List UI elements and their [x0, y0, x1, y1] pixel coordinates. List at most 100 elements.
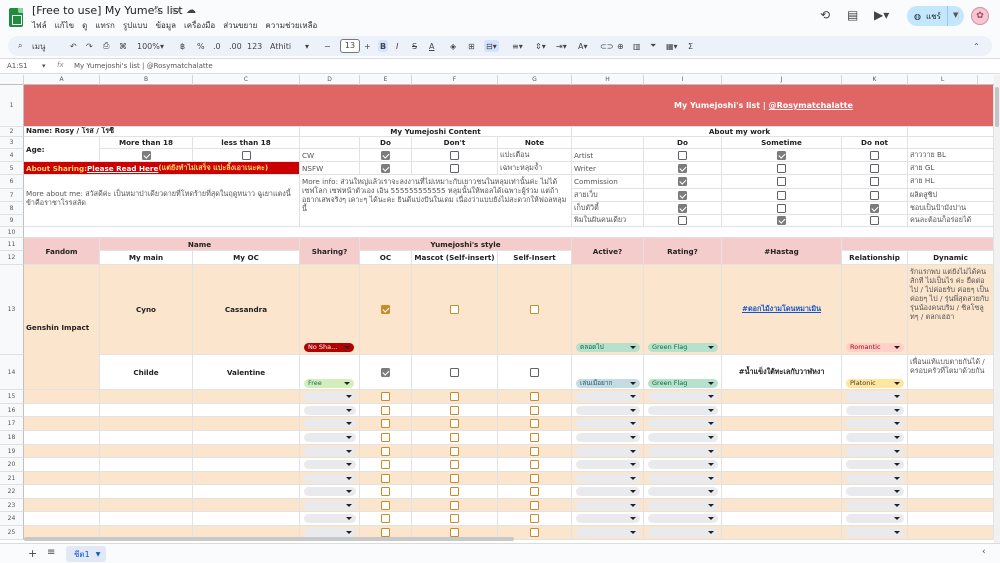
empty-cell[interactable]: [412, 499, 498, 512]
empty-cell[interactable]: [100, 417, 193, 431]
work-do-not-cell[interactable]: [842, 189, 908, 202]
empty-dropdown[interactable]: [648, 474, 718, 483]
empty-cell[interactable]: [412, 458, 498, 472]
menu-data[interactable]: ข้อมูล: [156, 19, 176, 32]
empty-dropdown[interactable]: [304, 433, 356, 442]
empty-cell[interactable]: [572, 458, 644, 472]
menu-help[interactable]: ความช่วยเหลือ: [265, 19, 317, 32]
row-header-11[interactable]: 11: [0, 238, 24, 251]
empty-cell[interactable]: [24, 431, 100, 445]
about-sharing-link[interactable]: Please Read Here: [87, 164, 158, 173]
checkbox[interactable]: [450, 460, 459, 469]
work-do-not-cell[interactable]: [842, 175, 908, 189]
work-do-cell[interactable]: [644, 202, 722, 215]
checkbox[interactable]: [381, 473, 390, 483]
checkbox[interactable]: [381, 487, 390, 496]
about-work-header-cell[interactable]: About my work: [572, 127, 908, 137]
less-than-18-header[interactable]: less than 18: [193, 137, 300, 149]
history-icon[interactable]: ⟲: [820, 8, 830, 22]
preference-label[interactable]: ชอบเป็นป้ามังปาน: [908, 202, 994, 215]
checkbox[interactable]: [381, 460, 390, 469]
empty-cell[interactable]: [193, 445, 300, 458]
empty-cell[interactable]: [644, 445, 722, 458]
row-header-5[interactable]: 5: [0, 162, 24, 175]
work-do-cell[interactable]: [644, 189, 722, 202]
work-do-cell[interactable]: [644, 175, 722, 189]
checkbox[interactable]: [530, 392, 539, 401]
name-header[interactable]: Name: [100, 238, 300, 251]
empty-cell[interactable]: [360, 499, 412, 512]
work-sometime-header[interactable]: Sometime: [722, 137, 842, 149]
column-header-e[interactable]: E: [360, 75, 412, 85]
row-header-6[interactable]: 6: [0, 175, 24, 189]
empty-dropdown[interactable]: [304, 392, 356, 401]
empty-dropdown[interactable]: [304, 514, 356, 523]
menu-search-input[interactable]: เมนู: [32, 40, 45, 52]
empty-cell[interactable]: [498, 390, 572, 404]
checkbox[interactable]: [381, 392, 390, 401]
mascot-check-cell[interactable]: [412, 265, 498, 355]
empty-cell[interactable]: [412, 485, 498, 499]
work-row-label[interactable]: เก็บตัวิตี้: [572, 202, 644, 215]
empty-cell[interactable]: [908, 499, 994, 512]
checkbox[interactable]: [381, 500, 390, 510]
my-main-header[interactable]: My main: [100, 251, 193, 265]
empty-cell[interactable]: [100, 431, 193, 445]
content-header-cell[interactable]: My Yumejoshi Content: [300, 127, 572, 137]
empty-cell[interactable]: [193, 512, 300, 526]
more-about-me-cell[interactable]: More about me: สวัสดีค่ะ เป็นหมาป่าเดียว…: [24, 175, 300, 227]
empty-cell[interactable]: [908, 390, 994, 404]
column-header-c[interactable]: C: [193, 75, 300, 85]
functions-button[interactable]: Σ: [688, 40, 693, 52]
empty-cell[interactable]: [572, 404, 644, 417]
empty-cell[interactable]: [193, 431, 300, 445]
more-than-18-header[interactable]: More than 18: [100, 137, 193, 149]
empty-cell[interactable]: [722, 390, 842, 404]
vertical-scrollbar[interactable]: [994, 75, 1000, 543]
work-do-not-cell[interactable]: [842, 149, 908, 162]
search-icon[interactable]: ⌕: [18, 40, 22, 52]
empty-cell[interactable]: [498, 472, 572, 485]
mascot-header[interactable]: Mascot (Self-insert): [412, 251, 498, 265]
checkbox[interactable]: [381, 433, 390, 442]
empty-cell[interactable]: [300, 390, 360, 404]
merge-cells-icon[interactable]: ⊟▾: [484, 40, 499, 52]
more-info-cell[interactable]: More info: ส่วนใหญ่แล้วเราจะลงงานที่ไม่เ…: [300, 175, 572, 227]
empty-cell[interactable]: [300, 458, 360, 472]
column-header-l[interactable]: L: [908, 75, 978, 85]
empty-cell[interactable]: [842, 458, 908, 472]
add-sheet-icon[interactable]: +: [28, 547, 37, 560]
work-do-not-cell[interactable]: [842, 215, 908, 227]
row-header-19[interactable]: 19: [0, 445, 24, 458]
empty-dropdown[interactable]: [576, 528, 640, 537]
checkbox[interactable]: [530, 367, 539, 377]
active-dropdown[interactable]: เล่นเมื่อยาก: [576, 379, 640, 388]
rating-cell[interactable]: Green Flag: [644, 265, 722, 355]
empty-dropdown[interactable]: [304, 528, 356, 537]
name-label-cell[interactable]: Name: Rosy / โรส / โรซี่: [24, 127, 300, 137]
work-sometime-cell[interactable]: [722, 162, 842, 175]
share-button[interactable]: ◍ แชร์ ▼: [907, 6, 964, 26]
empty-dropdown[interactable]: [846, 487, 904, 496]
checkbox[interactable]: [450, 305, 459, 314]
horizontal-align-icon[interactable]: ≡▾: [512, 40, 523, 52]
self-insert-check-cell[interactable]: [498, 355, 572, 390]
work-row-label[interactable]: Artist: [572, 149, 644, 162]
hashtag-cell[interactable]: #ดอกไม้งามโดนหมาเมิน: [722, 265, 842, 355]
bold-icon[interactable]: B: [378, 40, 389, 52]
checkbox[interactable]: [381, 405, 390, 415]
checkbox[interactable]: [381, 514, 390, 523]
empty-cell[interactable]: [644, 431, 722, 445]
oc-check-cell[interactable]: [360, 355, 412, 390]
checkbox[interactable]: [870, 163, 879, 173]
relationship-group-header[interactable]: [842, 238, 994, 251]
empty-dropdown[interactable]: [304, 447, 356, 456]
column-header-h[interactable]: H: [572, 75, 644, 85]
checkbox[interactable]: [450, 163, 459, 173]
empty-dropdown[interactable]: [648, 447, 718, 456]
work-sometime-cell[interactable]: [722, 215, 842, 227]
collapse-toolbar-icon[interactable]: ⌃: [973, 40, 980, 52]
dynamic-cell[interactable]: รักแรกพบ แต่ยังไม่ได้คนสักที ไม่เป็นไร ค…: [908, 265, 994, 355]
column-header-j[interactable]: J: [722, 75, 842, 85]
empty-dropdown[interactable]: [846, 433, 904, 442]
